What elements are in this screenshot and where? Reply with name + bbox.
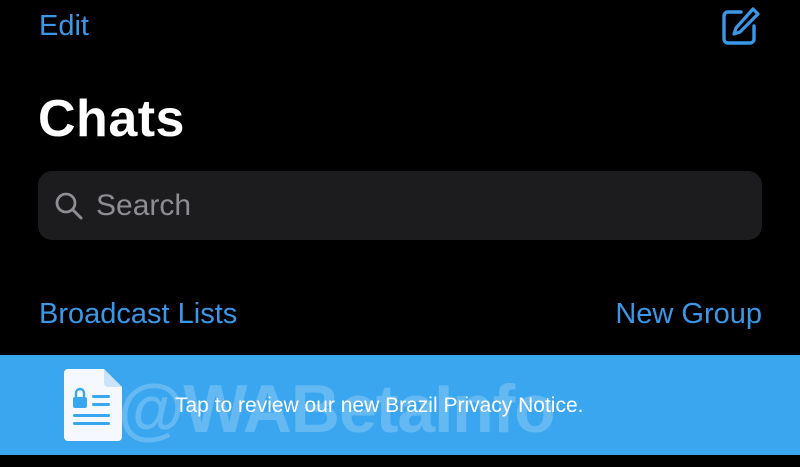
broadcast-lists-link[interactable]: Broadcast Lists [39,294,237,334]
privacy-notice-banner[interactable]: @WABetaInfo Tap to review our new Brazil… [0,355,800,455]
page-title: Chats [38,90,185,148]
search-bar[interactable] [38,171,762,240]
bottom-divider [0,455,800,467]
new-group-link[interactable]: New Group [615,294,762,334]
search-input[interactable] [96,188,762,223]
edit-button[interactable]: Edit [39,8,89,44]
compose-button[interactable] [719,6,761,46]
chat-actions-row: Broadcast Lists New Group [39,294,762,334]
search-icon [55,192,83,219]
privacy-notice-text: Tap to review our new Brazil Privacy Not… [175,394,584,417]
chats-screen: Edit Chats Broadcast Lists New Group @WA… [0,0,800,467]
compose-icon [722,7,760,45]
document-lock-icon [64,369,122,441]
